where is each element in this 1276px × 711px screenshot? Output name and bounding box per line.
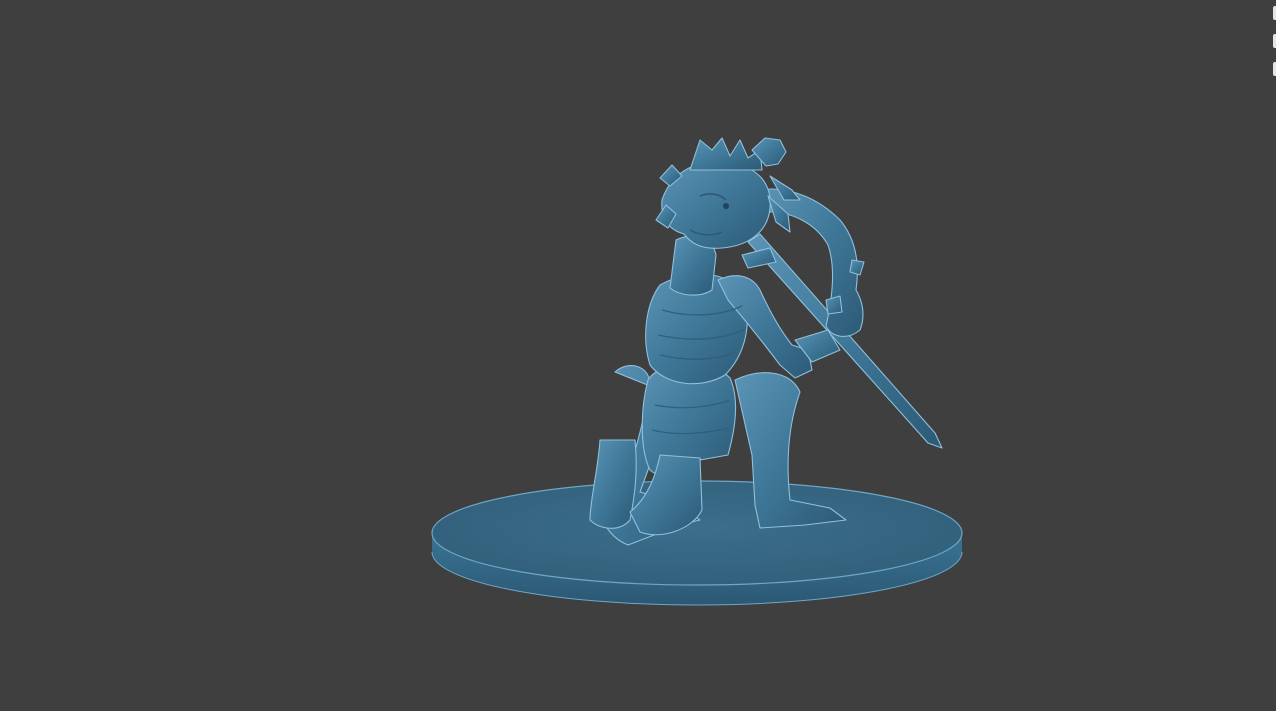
viewport-edge-indicator [1272,0,1276,80]
3d-viewport[interactable] [0,0,1276,711]
model-scene[interactable] [0,0,1276,711]
model-figure [589,137,943,546]
